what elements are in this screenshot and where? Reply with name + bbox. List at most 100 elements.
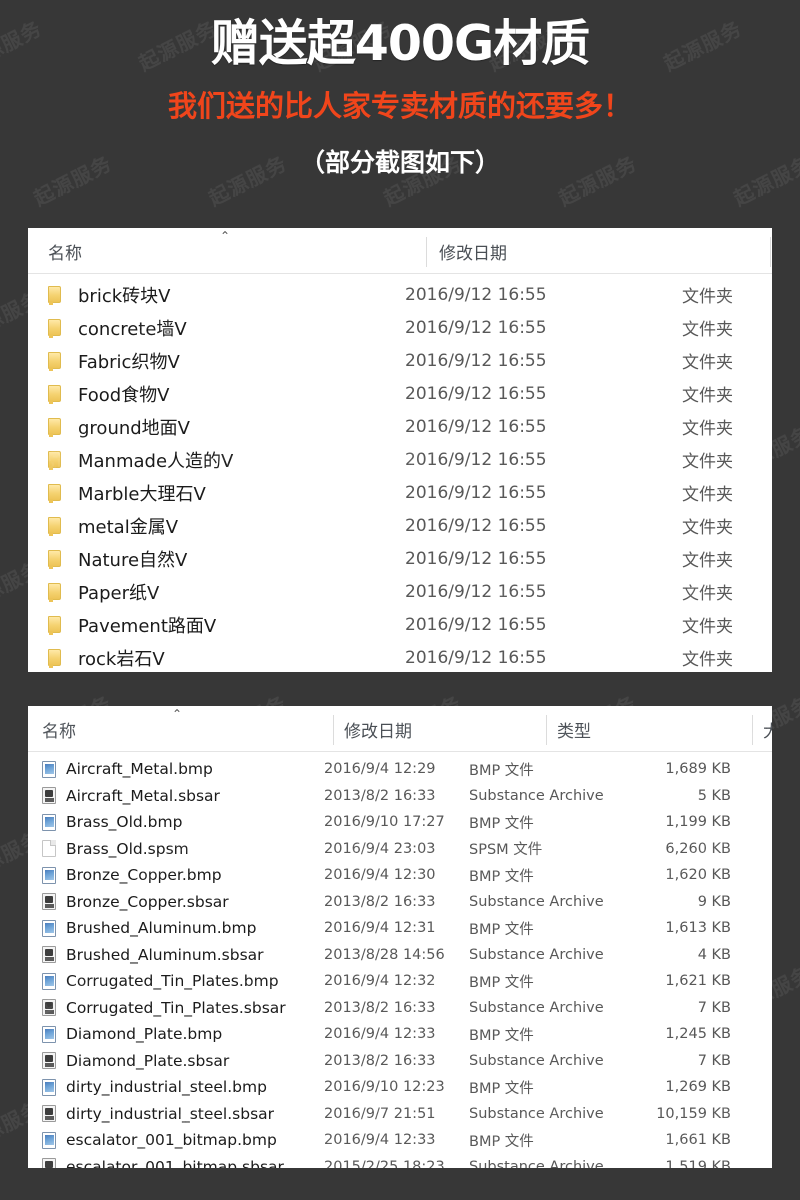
item-name-label: Food食物V (78, 384, 170, 406)
cell-modified-date: 2016/9/12 16:55 (405, 350, 547, 371)
cell-name: Marble大理石V (28, 480, 392, 506)
item-name-label: brick砖块V (78, 285, 171, 307)
folder-icon (48, 616, 78, 635)
column-header-date-label: 修改日期 (344, 722, 412, 742)
item-name-label: Corrugated_Tin_Plates.bmp (66, 972, 279, 991)
cell-size: 10,159 KB (656, 1105, 731, 1122)
folder-icon (48, 352, 78, 371)
item-name-label: Bronze_Copper.sbsar (66, 892, 229, 911)
column-header-type[interactable]: 类型 (546, 706, 591, 751)
bmp-file-icon (42, 1078, 66, 1096)
table-row[interactable]: Brass_Old.spsm 2016/9/4 23:03 SPSM 文件 6,260… (28, 836, 772, 863)
cell-size: 1,620 KB (665, 867, 731, 884)
item-name-label: metal金属V (78, 516, 179, 538)
column-header-date[interactable]: 修改日期 (333, 706, 412, 751)
column-header-size[interactable]: 大小 (752, 706, 772, 751)
table-row[interactable]: Food食物V 2016/9/12 16:55 文件夹 (28, 377, 772, 410)
cell-name: Pavement路面V (28, 612, 392, 638)
cell-modified-date: 2016/9/10 17:27 (324, 814, 445, 831)
sbsar-file-icon (42, 999, 66, 1017)
item-name-label: Pavement路面V (78, 615, 217, 637)
table-row[interactable]: Bronze_Copper.sbsar 2013/8/2 16:33 Substan… (28, 889, 772, 916)
table-row[interactable]: Bronze_Copper.bmp 2016/9/4 12:30 BMP 文件 1,6… (28, 862, 772, 889)
cell-name: Manmade人造的V (28, 447, 392, 473)
folder-icon (48, 385, 78, 404)
sort-ascending-icon[interactable]: ⌃ (172, 708, 182, 720)
cell-modified-date: 2016/9/12 16:55 (405, 614, 547, 635)
cell-modified-date: 2016/9/4 12:30 (324, 867, 436, 884)
cell-modified-date: 2016/9/12 16:55 (405, 416, 547, 437)
cell-name: Corrugated_Tin_Plates.bmp (28, 972, 313, 990)
table-row[interactable]: Marble大理石V 2016/9/12 16:55 文件夹 (28, 476, 772, 509)
cell-modified-date: 2016/9/4 12:33 (324, 1132, 436, 1149)
cell-type: BMP 文件 (469, 1080, 534, 1097)
column-header-date-label: 修改日期 (439, 244, 507, 264)
cell-name: Aircraft_Metal.bmp (28, 760, 313, 778)
cell-name: Brass_Old.bmp (28, 813, 313, 831)
table-row[interactable]: Fabric织物V 2016/9/12 16:55 文件夹 (28, 344, 772, 377)
cell-type: SPSM 文件 (469, 842, 543, 859)
file-rows: Aircraft_Metal.bmp 2016/9/4 12:29 BMP 文件 1,… (28, 752, 772, 1168)
cell-name: escalator_001_bitmap.sbsar (28, 1158, 313, 1168)
column-header-name[interactable]: 名称 ⌃ (28, 228, 230, 273)
column-header-type[interactable]: 类型 (770, 228, 772, 273)
table-row[interactable]: ground地面V 2016/9/12 16:55 文件夹 (28, 410, 772, 443)
column-header-date[interactable]: 修改日期 (426, 228, 507, 273)
cell-name: ground地面V (28, 414, 392, 440)
cell-name: Diamond_Plate.bmp (28, 1025, 313, 1043)
table-row[interactable]: metal金属V 2016/9/12 16:55 文件夹 (28, 509, 772, 542)
table-row[interactable]: Pavement路面V 2016/9/12 16:55 文件夹 (28, 608, 772, 641)
cell-modified-date: 2015/2/25 18:23 (324, 1158, 445, 1168)
bmp-file-icon (42, 866, 66, 884)
cell-modified-date: 2016/9/12 16:55 (405, 515, 547, 536)
cell-size: 1,613 KB (665, 920, 731, 937)
table-row[interactable]: dirty_industrial_steel.sbsar 2016/9/7 21:… (28, 1101, 772, 1128)
cell-modified-date: 2016/9/4 23:03 (324, 840, 436, 857)
cell-type: BMP 文件 (469, 1027, 534, 1044)
cell-type: 文件夹 (682, 551, 733, 571)
item-name-label: escalator_001_bitmap.sbsar (66, 1157, 284, 1168)
table-row[interactable]: escalator_001_bitmap.sbsar 2015/2/25 18:2… (28, 1154, 772, 1168)
table-row[interactable]: rock岩石V 2016/9/12 16:55 文件夹 (28, 641, 772, 672)
promo-subtitle: 我们送的比人家专卖材质的还要多！ (167, 88, 632, 123)
table-row[interactable]: Diamond_Plate.sbsar 2013/8/2 16:33 Substan… (28, 1048, 772, 1075)
table-row[interactable]: Manmade人造的V 2016/9/12 16:55 文件夹 (28, 443, 772, 476)
table-row[interactable]: Aircraft_Metal.bmp 2016/9/4 12:29 BMP 文件 1,… (28, 756, 772, 783)
cell-modified-date: 2016/9/7 21:51 (324, 1105, 436, 1122)
table-row[interactable]: Brushed_Aluminum.sbsar 2013/8/28 14:56 Sub… (28, 942, 772, 969)
cell-name: Fabric织物V (28, 348, 392, 374)
cell-modified-date: 2013/8/2 16:33 (324, 999, 436, 1016)
column-header-name-label: 名称 (48, 244, 82, 264)
sbsar-file-icon (42, 1158, 66, 1168)
folder-icon (48, 418, 78, 437)
cell-type: 文件夹 (682, 650, 733, 670)
table-row[interactable]: Paper纸V 2016/9/12 16:55 文件夹 (28, 575, 772, 608)
table-row[interactable]: Aircraft_Metal.sbsar 2013/8/2 16:33 Substa… (28, 783, 772, 810)
table-row[interactable]: Brass_Old.bmp 2016/9/10 17:27 BMP 文件 1,199 … (28, 809, 772, 836)
cell-modified-date: 2016/9/10 12:23 (324, 1079, 445, 1096)
sbsar-file-icon (42, 893, 66, 911)
table-row[interactable]: dirty_industrial_steel.bmp 2016/9/10 12:2… (28, 1074, 772, 1101)
table-row[interactable]: Nature自然V 2016/9/12 16:55 文件夹 (28, 542, 772, 575)
table-row[interactable]: Diamond_Plate.bmp 2016/9/4 12:33 BMP 文件 1,2… (28, 1021, 772, 1048)
cell-modified-date: 2016/9/4 12:33 (324, 1026, 436, 1043)
sbsar-file-icon (42, 787, 66, 805)
table-row[interactable]: Corrugated_Tin_Plates.sbsar 2013/8/2 16:3… (28, 995, 772, 1022)
sbsar-file-icon (42, 946, 66, 964)
sbsar-file-icon (42, 1052, 66, 1070)
cell-size: 1,245 KB (665, 1026, 731, 1043)
bmp-file-icon (42, 813, 66, 831)
promo-title: 赠送超400G材质 (210, 15, 591, 72)
sort-ascending-icon[interactable]: ⌃ (220, 230, 230, 242)
table-row[interactable]: concrete墙V 2016/9/12 16:55 文件夹 (28, 311, 772, 344)
item-name-label: Corrugated_Tin_Plates.sbsar (66, 998, 286, 1017)
cell-name: Brushed_Aluminum.bmp (28, 919, 313, 937)
table-row[interactable]: brick砖块V 2016/9/12 16:55 文件夹 (28, 278, 772, 311)
table-row[interactable]: escalator_001_bitmap.bmp 2016/9/4 12:33 BM… (28, 1127, 772, 1154)
column-header-name[interactable]: 名称 ⌃ (28, 706, 182, 751)
cell-name: escalator_001_bitmap.bmp (28, 1131, 313, 1149)
item-name-label: Bronze_Copper.bmp (66, 866, 222, 885)
table-row[interactable]: Corrugated_Tin_Plates.bmp 2016/9/4 12:32 B… (28, 968, 772, 995)
table-row[interactable]: Brushed_Aluminum.bmp 2016/9/4 12:31 BMP 文件… (28, 915, 772, 942)
cell-type: Substance Archive (469, 1158, 604, 1168)
